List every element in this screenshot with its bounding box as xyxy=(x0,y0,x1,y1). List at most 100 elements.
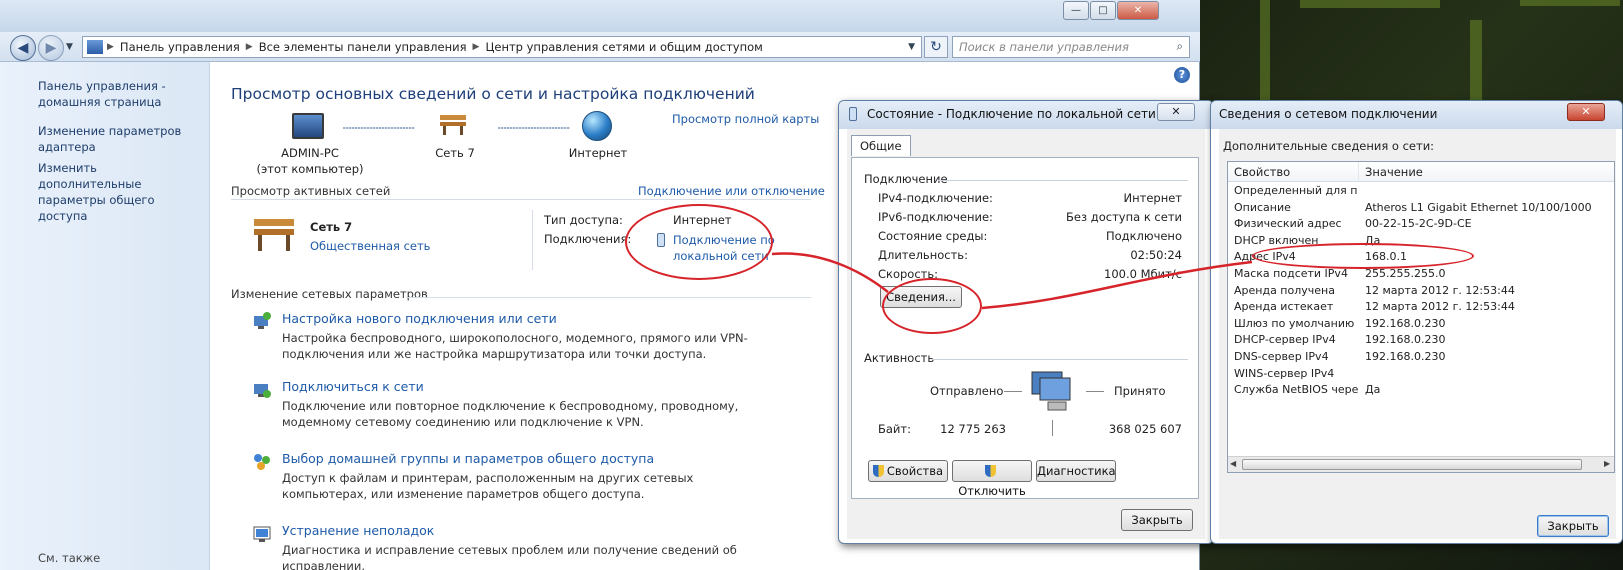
bytes-received: 368 025 607 xyxy=(1108,422,1182,436)
detail-property: Физический адрес xyxy=(1234,217,1342,231)
search-placeholder: Поиск в панели управления xyxy=(959,40,1129,54)
row-label: IPv6-подключение: xyxy=(878,210,993,224)
status-dialog-title: Состояние - Подключение по локальной сет… xyxy=(867,107,1156,121)
maximize-button[interactable]: □ xyxy=(1090,1,1116,20)
uac-shield-icon xyxy=(872,465,884,477)
details-dialog-titlebar: Сведения о сетевом подключении ✕ xyxy=(1211,101,1622,129)
column-header-value[interactable]: Значение xyxy=(1359,162,1614,182)
sidebar: Панель управления - домашняя страница Из… xyxy=(0,62,210,570)
detail-property: Определенный для по... xyxy=(1234,184,1358,197)
homegroup-icon xyxy=(254,454,270,470)
map-link-line xyxy=(343,127,415,129)
divider xyxy=(938,180,1188,181)
details-table[interactable]: Свойство Значение Определенный для по...… xyxy=(1227,161,1615,473)
refresh-icon[interactable]: ↻ xyxy=(924,36,948,58)
row-value: 100.0 Мбит/с xyxy=(1104,267,1182,281)
properties-button[interactable]: Свойства xyxy=(868,460,948,482)
help-icon[interactable]: ? xyxy=(1174,67,1190,83)
detail-property: Аренда получена xyxy=(1234,283,1335,297)
address-dropdown-icon[interactable]: ▼ xyxy=(908,42,915,52)
annotation-circle xyxy=(625,204,773,280)
change-settings-heading: Изменение сетевых параметров xyxy=(231,287,428,301)
detail-property: Описание xyxy=(1234,200,1291,214)
horizontal-scrollbar[interactable]: ◀ ▶ xyxy=(1228,456,1614,472)
task-title-connect-network[interactable]: Подключиться к сети xyxy=(282,379,424,394)
task-title-new-connection[interactable]: Настройка нового подключения или сети xyxy=(282,311,557,326)
task-desc-homegroup: Доступ к файлам и принтерам, расположенн… xyxy=(282,471,694,501)
search-input[interactable]: Поиск в панели управления ⌕ xyxy=(952,36,1190,58)
history-dropdown-icon[interactable]: ▼ xyxy=(66,42,73,52)
tab-general[interactable]: Общие xyxy=(851,135,911,156)
new-connection-icon xyxy=(254,312,271,329)
close-window-button[interactable]: ✕ xyxy=(1117,1,1159,20)
breadcrumb-all-items[interactable]: Все элементы панели управления xyxy=(253,40,473,54)
internet-label: Интернет xyxy=(568,146,628,160)
scroll-left-icon[interactable]: ◀ xyxy=(1230,459,1236,468)
breadcrumb-network-center[interactable]: Центр управления сетями и общим доступом xyxy=(479,40,768,54)
detail-value: 192.168.0.230 xyxy=(1365,316,1446,330)
detail-value: Да xyxy=(1365,383,1381,397)
detail-value: 192.168.0.230 xyxy=(1365,350,1446,363)
row-value: Интернет xyxy=(1123,191,1183,205)
network-name-map: Сеть 7 xyxy=(435,146,475,160)
detail-property: Аренда истекает xyxy=(1234,300,1334,314)
close-icon[interactable]: ✕ xyxy=(1157,103,1195,121)
details-close-button[interactable]: Закрыть xyxy=(1537,515,1609,537)
divider xyxy=(1086,391,1104,392)
annotation-circle xyxy=(882,278,982,334)
ethernet-icon xyxy=(849,107,857,121)
full-map-link[interactable]: Просмотр полной карты xyxy=(672,112,819,126)
detail-value: 192.168.0.230 xyxy=(1365,333,1446,347)
detail-value: 12 марта 2012 г. 12:53:44 xyxy=(1365,300,1515,314)
computer-icon xyxy=(292,113,324,139)
details-dialog: Сведения о сетевом подключении ✕ Дополни… xyxy=(1210,100,1623,544)
divider xyxy=(932,359,1188,360)
sidebar-item-home[interactable]: Панель управления - домашняя страница xyxy=(38,78,203,110)
detail-property: DNS-сервер IPv4 xyxy=(1234,350,1329,363)
activity-heading: Активность xyxy=(864,351,935,365)
bytes-sent: 12 775 263 xyxy=(940,422,1006,436)
scrollbar-thumb[interactable] xyxy=(1242,459,1582,470)
forward-button[interactable]: ▶ xyxy=(38,35,64,61)
row-value: 02:50:24 xyxy=(1130,248,1182,262)
address-bar[interactable]: ▶ Панель управления ▶ Все элементы панел… xyxy=(82,36,922,58)
close-icon[interactable]: ✕ xyxy=(1567,103,1605,121)
troubleshoot-icon xyxy=(253,526,271,542)
row-label: IPv4-подключение: xyxy=(878,191,993,205)
row-value: Без доступа к сети xyxy=(1066,210,1182,224)
disable-button[interactable]: Отключить xyxy=(952,460,1032,498)
scroll-right-icon[interactable]: ▶ xyxy=(1604,459,1610,468)
task-title-troubleshoot[interactable]: Устранение неполадок xyxy=(282,523,434,538)
properties-label: Свойства xyxy=(886,464,944,478)
search-icon[interactable]: ⌕ xyxy=(1177,39,1183,54)
chevron-right-icon: ▶ xyxy=(107,42,114,52)
breadcrumb-control-panel[interactable]: Панель управления xyxy=(114,40,246,54)
internet-globe-icon xyxy=(582,111,612,141)
column-header-property[interactable]: Свойство xyxy=(1228,162,1359,182)
row-label: Длительность: xyxy=(878,248,968,262)
detail-value: 00-22-15-2C-9D-CE xyxy=(1365,217,1472,231)
connection-heading: Подключение xyxy=(864,172,948,186)
disable-label: Отключить xyxy=(958,484,1026,498)
connect-disconnect-link[interactable]: Подключение или отключение xyxy=(638,184,825,198)
task-desc-connect-network: Подключение или повторное подключение к … xyxy=(282,399,739,429)
task-title-homegroup[interactable]: Выбор домашней группы и параметров общег… xyxy=(282,451,654,466)
active-networks-heading: Просмотр активных сетей xyxy=(231,184,391,198)
back-button[interactable]: ◀ xyxy=(10,35,36,61)
diagnose-button[interactable]: Диагностика xyxy=(1036,460,1116,482)
chevron-right-icon: ▶ xyxy=(472,42,480,52)
detail-property: Шлюз по умолчанию IP... xyxy=(1234,316,1358,330)
computer-name: ADMIN-PC xyxy=(281,146,339,160)
network-type-link[interactable]: Общественная сеть xyxy=(310,239,430,253)
sent-label: Отправлено xyxy=(930,384,1004,398)
received-label: Принято xyxy=(1114,384,1166,398)
chevron-right-icon: ▶ xyxy=(245,42,253,52)
bench-icon xyxy=(254,219,294,251)
divider xyxy=(231,199,811,200)
sidebar-item-sharing-settings[interactable]: Изменить дополнительные параметры общего… xyxy=(38,160,203,224)
sidebar-item-adapter-settings[interactable]: Изменение параметров адаптера xyxy=(38,123,203,155)
row-label: Состояние среды: xyxy=(878,229,988,243)
status-close-button[interactable]: Закрыть xyxy=(1121,509,1193,531)
minimize-button[interactable]: — xyxy=(1063,1,1089,20)
connections-label: Подключения: xyxy=(544,232,632,246)
